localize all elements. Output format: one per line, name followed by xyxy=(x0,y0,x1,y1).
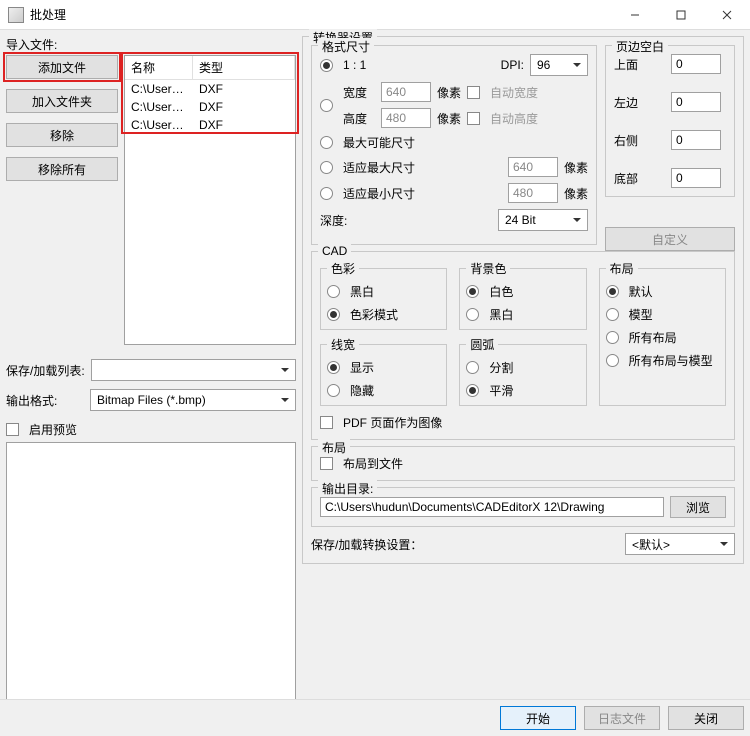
bg-group: 背景色 白色 黑白 xyxy=(459,260,586,330)
ratio-1-1-radio[interactable] xyxy=(320,59,333,72)
margin-right-input[interactable]: 0 xyxy=(671,130,721,150)
arc-smooth-radio[interactable] xyxy=(466,384,479,397)
remove-button[interactable]: 移除 xyxy=(6,123,118,147)
bg-white-radio[interactable] xyxy=(466,285,479,298)
color-bw-radio[interactable] xyxy=(327,285,340,298)
color-mode-radio[interactable] xyxy=(327,308,340,321)
preview-area xyxy=(6,442,296,730)
save-load-conv-combo[interactable]: <默认> xyxy=(625,533,735,555)
column-name[interactable]: 名称 xyxy=(125,56,193,80)
max-possible-radio[interactable] xyxy=(320,136,333,149)
linewidth-group: 线宽 显示 隐藏 xyxy=(320,336,447,406)
browse-button[interactable]: 浏览 xyxy=(670,496,726,518)
output-dir-input[interactable]: C:\Users\hudun\Documents\CADEditorX 12\D… xyxy=(320,497,664,517)
margin-left-input[interactable]: 0 xyxy=(671,92,721,112)
color-group: 色彩 黑白 色彩模式 xyxy=(320,260,447,330)
minimize-button[interactable] xyxy=(612,0,658,30)
linew-show-radio[interactable] xyxy=(327,361,340,374)
add-file-button[interactable]: 添加文件 xyxy=(6,55,118,79)
linew-hide-radio[interactable] xyxy=(327,384,340,397)
import-files-label: 导入文件: xyxy=(6,36,296,53)
close-dialog-button[interactable]: 关闭 xyxy=(668,706,744,730)
bg-black-radio[interactable] xyxy=(466,308,479,321)
log-file-button[interactable]: 日志文件 xyxy=(584,706,660,730)
layout-group: 布局 默认 模型 所有布局 所有布局与模型 xyxy=(599,260,726,406)
start-button[interactable]: 开始 xyxy=(500,706,576,730)
fit-min-radio[interactable] xyxy=(320,187,333,200)
app-icon xyxy=(8,7,24,23)
dpi-combo[interactable]: 96 xyxy=(530,54,588,76)
enable-preview-checkbox[interactable] xyxy=(6,423,19,436)
arc-split-radio[interactable] xyxy=(466,361,479,374)
file-row[interactable]: C:\Users\...DXF xyxy=(125,98,295,116)
layout-all-model-radio[interactable] xyxy=(606,354,619,367)
format-size-group: 格式尺寸 1 : 1 DPI: 96 宽度 640 xyxy=(311,45,597,245)
output-format-combo[interactable]: Bitmap Files (*.bmp) xyxy=(90,389,296,411)
enable-preview-label: 启用预览 xyxy=(29,421,77,438)
window-title: 批处理 xyxy=(30,6,612,23)
fit-max-input[interactable]: 640 xyxy=(508,157,558,177)
converter-settings-group: 转换器设置 格式尺寸 1 : 1 DPI: 96 xyxy=(302,36,744,564)
column-type[interactable]: 类型 xyxy=(193,56,295,80)
footer: 开始 日志文件 关闭 xyxy=(0,699,750,736)
output-dir-group: 输出目录: C:\Users\hudun\Documents\CADEditor… xyxy=(311,487,735,527)
file-row[interactable]: C:\Users\...DXF xyxy=(125,116,295,134)
save-load-list-combo[interactable] xyxy=(91,359,296,381)
height-input[interactable]: 480 xyxy=(381,108,431,128)
fit-max-radio[interactable] xyxy=(320,161,333,174)
maximize-button[interactable] xyxy=(658,0,704,30)
add-folder-button[interactable]: 加入文件夹 xyxy=(6,89,118,113)
margin-bottom-input[interactable]: 0 xyxy=(671,168,721,188)
save-load-conv-label: 保存/加载转换设置： xyxy=(311,536,422,553)
layout-model-radio[interactable] xyxy=(606,308,619,321)
custom-margins-button[interactable]: 自定义 xyxy=(605,227,735,251)
custom-size-radio[interactable] xyxy=(320,99,333,112)
margin-top-input[interactable]: 0 xyxy=(671,54,721,74)
remove-all-button[interactable]: 移除所有 xyxy=(6,157,118,181)
file-list[interactable]: 名称 类型 C:\Users\...DXFC:\Users\...DXFC:\U… xyxy=(124,55,296,345)
width-input[interactable]: 640 xyxy=(381,82,431,102)
auto-height-checkbox[interactable] xyxy=(467,112,480,125)
auto-width-checkbox[interactable] xyxy=(467,86,480,99)
layout-to-file-checkbox[interactable] xyxy=(320,457,333,470)
pdf-as-image-checkbox[interactable] xyxy=(320,416,333,429)
fit-min-input[interactable]: 480 xyxy=(508,183,558,203)
cad-group: CAD 色彩 黑白 色彩模式 线宽 显示 隐藏 背景色 xyxy=(311,251,735,440)
save-load-list-label: 保存/加载列表: xyxy=(6,362,85,379)
layout-all-radio[interactable] xyxy=(606,331,619,344)
layout-default-radio[interactable] xyxy=(606,285,619,298)
arc-group: 圆弧 分割 平滑 xyxy=(459,336,586,406)
close-button[interactable] xyxy=(704,0,750,30)
output-format-label: 输出格式: xyxy=(6,392,84,409)
titlebar: 批处理 xyxy=(0,0,750,30)
file-row[interactable]: C:\Users\...DXF xyxy=(125,80,295,98)
layout2-group: 布局 布局到文件 xyxy=(311,446,735,481)
margins-group: 页边空白 上面0 左边0 右侧0 底部0 xyxy=(605,45,735,197)
depth-combo[interactable]: 24 Bit xyxy=(498,209,588,231)
